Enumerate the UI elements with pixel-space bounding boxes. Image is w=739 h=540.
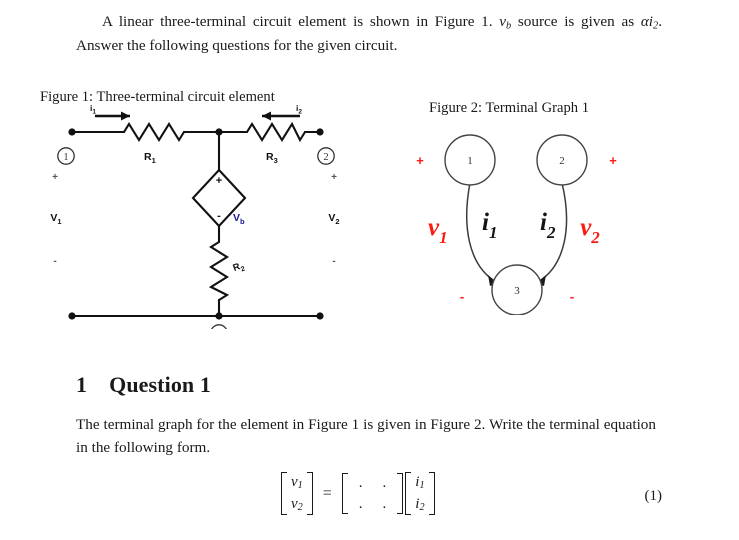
rhs-cell-i2: i2 [415,495,425,513]
alpha-i2-symbol: αi [640,13,654,30]
terminal-marker-1: 1 [57,147,75,165]
equation-number: (1) [644,488,663,504]
resistor-r3-symbol [245,121,307,143]
matrix-cell-r1c2: . [382,475,387,492]
current-label-i1: i1 [90,104,96,116]
bracket-left [281,472,287,516]
vb-subscript: b [505,20,512,32]
resistor-r2-label: R2 [232,260,247,276]
terminal-marker-2: 2 [317,147,335,165]
graph-minus-right: - [570,289,574,304]
bracket-left [341,473,348,514]
figure2-terminal-graph: 1 2 3 + + - - v1 v2 i1 i2 [416,134,617,315]
resistor-r1-symbol [122,122,186,142]
terminal-dot-bottom-left [68,312,76,320]
terminal-dot-1-top [68,128,76,136]
matrix-cell-r2c2: . [382,495,387,512]
terminal-marker-1-label: 1 [63,152,68,163]
matrix-grid: . . . . [349,473,397,514]
terminal-dot-bottom-right [316,312,324,320]
graph-plus-left: + [416,153,424,168]
section-title: Question 1 [109,372,211,397]
graph-i1-label: i1 [482,209,497,242]
junction-dot-bottom-center [215,312,223,320]
intro-text-before: A linear three-terminal circuit element … [102,13,493,30]
matrix-column-2: . . [374,473,396,514]
resistor-r3-label: R3 [266,151,278,165]
resistor-r1-label: R1 [144,151,156,165]
lhs-cell-v2: v2 [291,495,303,513]
v1-label: V1 [50,212,61,226]
graph-node-1-label: 1 [467,155,473,167]
v1-plus-sign: + [52,172,58,183]
current-arrow-i1 [95,111,130,121]
graph-node-3-label: 3 [514,285,520,297]
terminal-dot-2-top [316,128,324,136]
rhs-cell-i1: i1 [415,474,425,492]
figure2-caption: Figure 2: Terminal Graph 1 [429,100,590,116]
source-plus-sign: + [216,175,222,187]
section-number: 1 [76,372,88,397]
document-page: A linear three-terminal circuit element … [0,0,739,540]
terminal-marker-2-label: 2 [323,152,328,163]
figure1-circuit-diagram: 1 2 3 R1 R3 R2 i1 i2 + - Vb + V1 - + V2 … [50,104,340,329]
graph-v1-label: v1 [428,214,448,247]
terminal-marker-3: 3 [211,324,227,329]
graph-node-2-label: 2 [559,155,565,167]
question-body-text: The terminal graph for the element in Fi… [76,416,656,456]
equation-coefficient-matrix: . . . . [341,473,404,514]
equation-rhs-vector: i1 i2 [405,472,435,516]
terminal-equation: v1 v2 = . . . . i1 i2 [280,472,436,516]
graph-plus-right: + [609,153,617,168]
equals-sign: = [322,484,332,502]
equation-row: v1 v2 = . . . . i1 i2 (1) [76,472,662,528]
lhs-cell-v1: v1 [291,474,303,492]
matrix-cell-r2c1: . [358,495,363,512]
matrix-column-1: . . [350,473,372,514]
bracket-right [428,472,435,516]
graph-node-1: 1 [444,134,496,186]
v2-label: V2 [328,212,339,226]
section-heading: 1 Question 1 [76,372,211,398]
graph-minus-left: - [460,289,464,304]
vb-symbol: v [499,13,506,30]
graph-v2-label: v2 [580,214,600,247]
graph-node-2: 2 [536,134,588,186]
v2-plus-sign: + [331,172,337,183]
current-label-i2: i2 [296,104,302,116]
source-vb-label: Vb [233,212,245,226]
v2-minus-sign: - [332,256,335,267]
bracket-left [405,472,412,516]
equation-lhs-vector: v1 v2 [281,472,313,516]
intro-text-after: source is given as [517,13,635,30]
svg-text:R2: R2 [232,260,247,276]
v1-minus-sign: - [53,256,56,267]
junction-dot-top-center [215,128,223,136]
rhs-column: i1 i2 [412,472,427,515]
current-arrow-i2 [262,111,300,121]
graph-i2-label: i2 [540,209,556,242]
intro-paragraph: A linear three-terminal circuit element … [76,10,662,57]
lhs-column: v1 v2 [288,472,306,515]
graph-node-3: 3 [491,264,543,315]
bracket-right [397,473,404,514]
bracket-right [306,472,313,516]
matrix-cell-r1c1: . [358,475,363,492]
source-minus-sign: - [217,210,221,222]
resistor-r2-symbol [208,240,230,302]
